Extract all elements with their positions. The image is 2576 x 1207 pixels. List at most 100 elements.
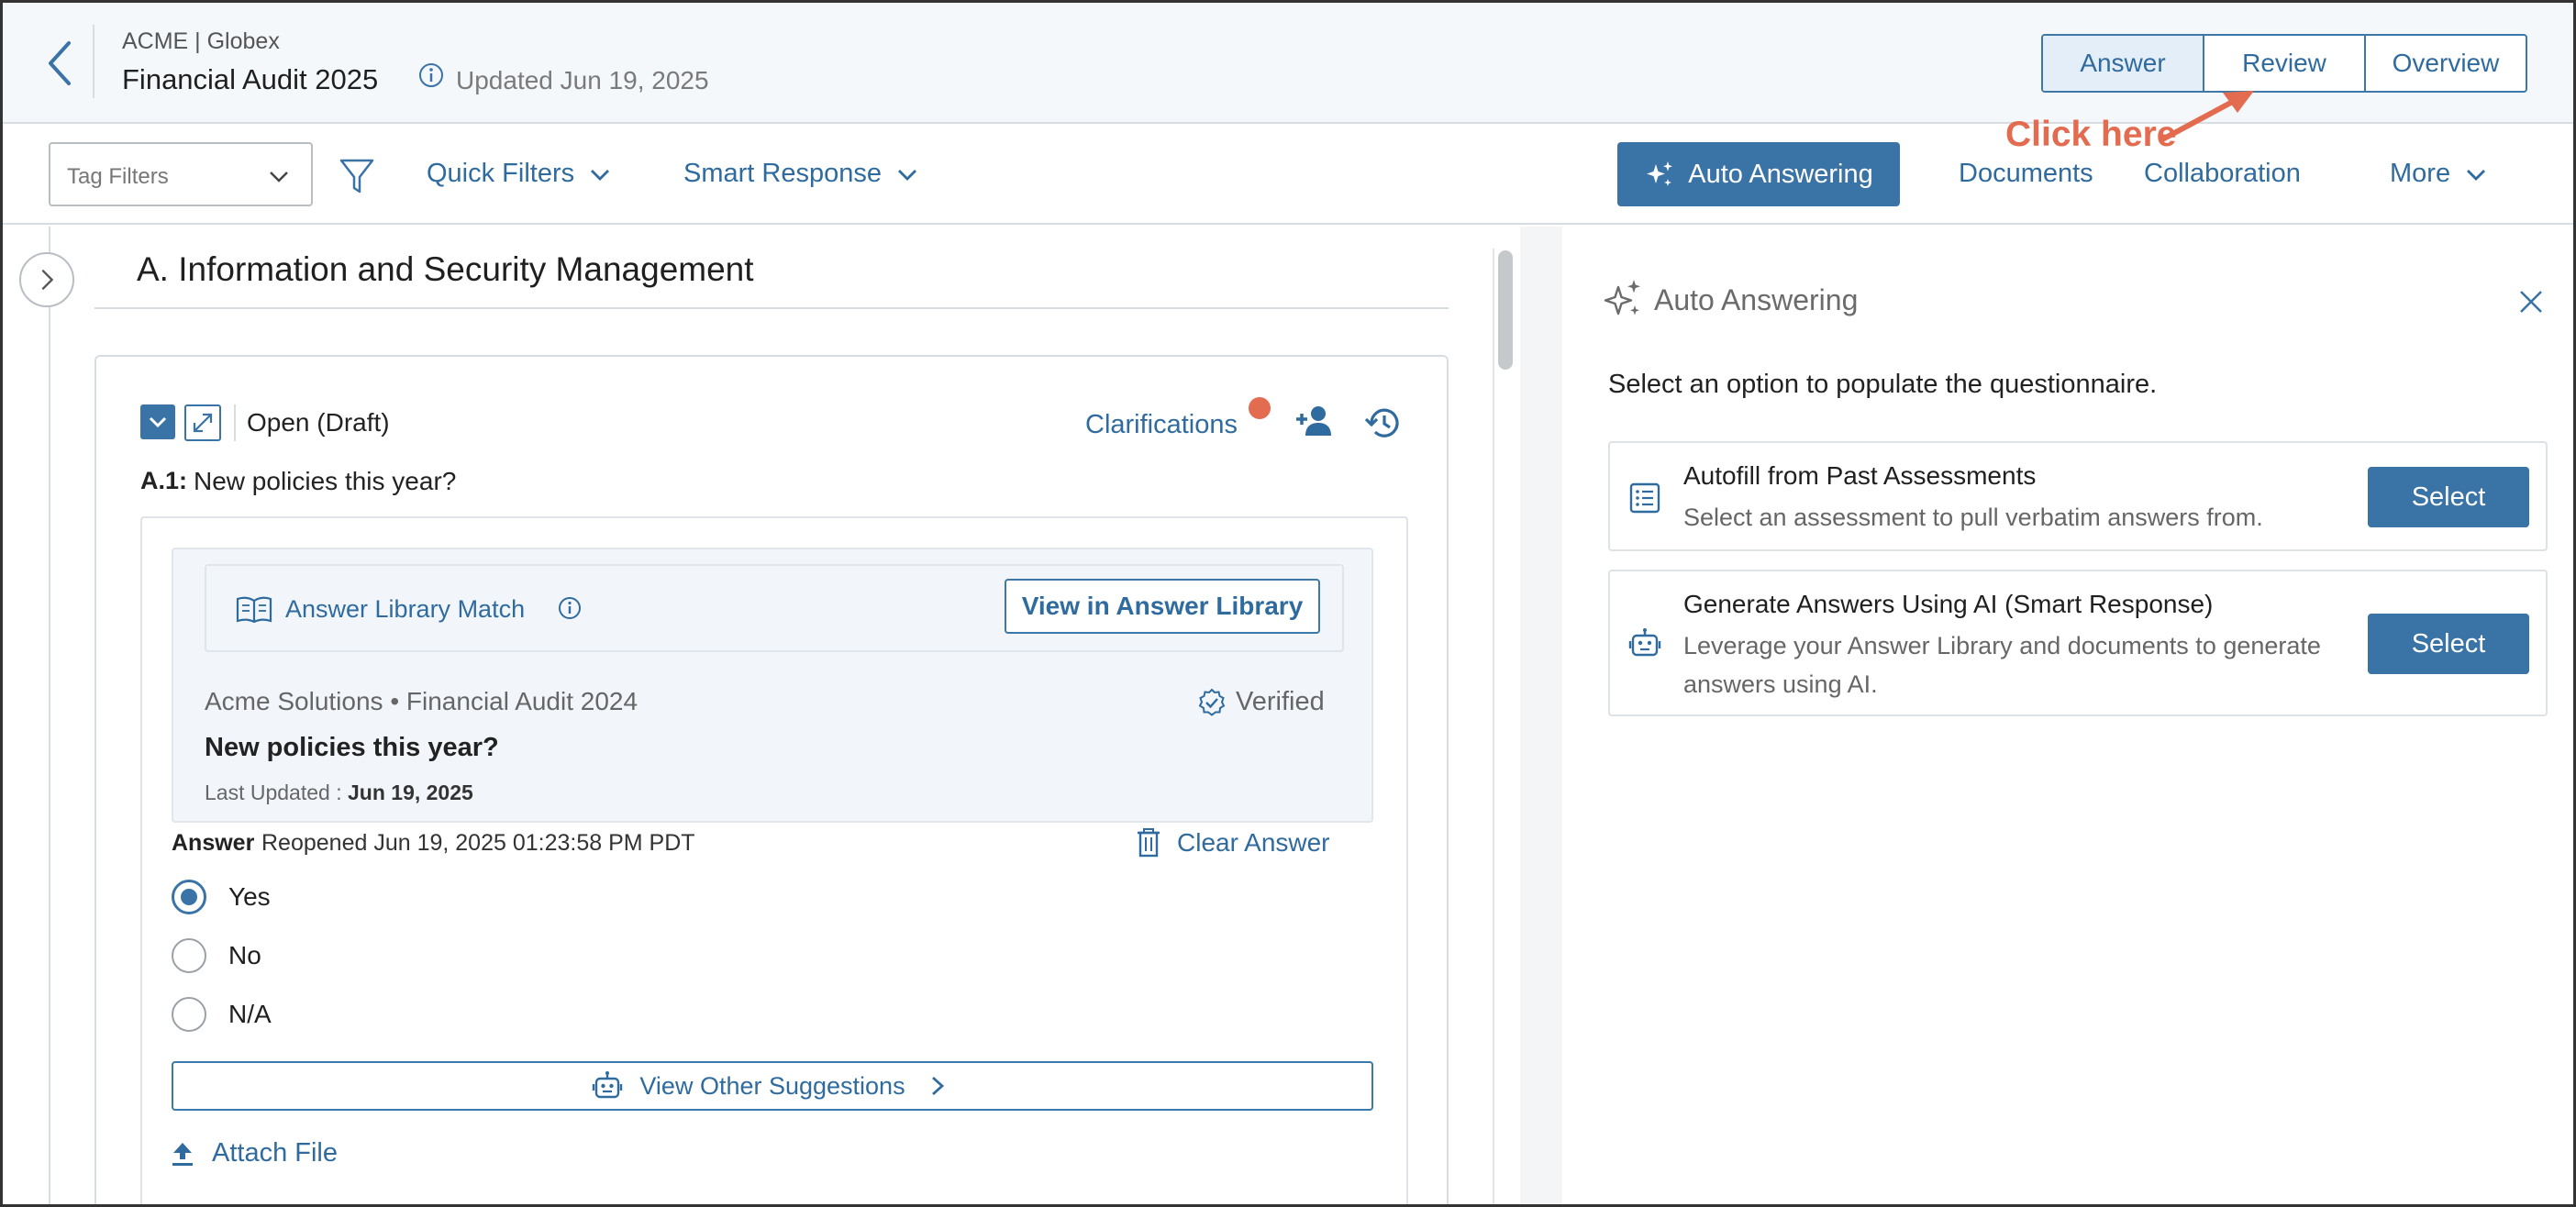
verified-label: Verified <box>1236 687 1325 716</box>
smart-response-menu[interactable]: Smart Response <box>683 159 920 189</box>
answer-option-yes[interactable]: Yes <box>172 880 271 914</box>
answer-option-na[interactable]: N/A <box>172 997 272 1032</box>
answer-option-no[interactable]: No <box>172 938 261 973</box>
tab-review[interactable]: Review <box>2204 36 2366 91</box>
view-other-suggestions-button[interactable]: View Other Suggestions <box>172 1061 1373 1111</box>
last-updated-label: Last Updated : <box>205 781 342 804</box>
verified-icon <box>1198 688 1226 716</box>
tab-overview[interactable]: Overview <box>2366 36 2526 91</box>
panel-subtitle: Select an option to populate the questio… <box>1608 370 2158 399</box>
select-generate-ai-button[interactable]: Select <box>2368 614 2529 674</box>
answer-area: Answer Library Match View in Answer Libr… <box>140 516 1408 1204</box>
book-icon <box>236 596 272 623</box>
smart-response-label: Smart Response <box>683 159 882 188</box>
option-description: Leverage your Answer Library and documen… <box>1683 632 2321 698</box>
tag-filters-select[interactable]: Tag Filters <box>49 142 313 206</box>
updated-date: Updated Jun 19, 2025 <box>456 66 709 94</box>
option-title: Generate Answers Using AI (Smart Respons… <box>1683 590 2214 618</box>
more-menu[interactable]: More <box>2390 159 2489 189</box>
page-title: Financial Audit 2025 <box>122 63 379 95</box>
clarifications-link[interactable]: Clarifications <box>1085 410 1238 440</box>
callout-arrow-icon <box>2161 91 2254 141</box>
option-title: Autofill from Past Assessments <box>1683 461 2037 490</box>
answer-library-match: Answer Library Match View in Answer Libr… <box>172 548 1373 823</box>
option-card-autofill: Autofill from Past Assessments Select an… <box>1608 441 2548 551</box>
chevron-right-icon <box>931 1076 944 1096</box>
questionnaire-pane: A. Information and Security Management O… <box>3 227 1562 1204</box>
scrollbar-track <box>1493 249 1494 1204</box>
radio-no[interactable] <box>172 938 206 973</box>
sparkles-icon <box>1604 280 1640 316</box>
sparkles-icon <box>1647 161 1673 186</box>
quick-filters-label: Quick Filters <box>427 159 575 188</box>
click-here-callout: Click here <box>2005 115 2177 154</box>
info-icon[interactable] <box>417 61 445 89</box>
select-autofill-button[interactable]: Select <box>2368 467 2529 527</box>
scrollbar-thumb[interactable] <box>1498 250 1513 370</box>
more-label: More <box>2390 159 2451 188</box>
verified-badge: Verified <box>1197 687 1325 717</box>
org-name: ACME | Globex <box>122 28 280 54</box>
left-rail <box>49 227 50 1204</box>
robot-icon <box>1628 628 1661 657</box>
question-text: New policies this year? <box>194 467 457 495</box>
match-header: Answer Library Match View in Answer Libr… <box>205 564 1344 652</box>
view-in-answer-library-button[interactable]: View in Answer Library <box>1005 579 1320 634</box>
tag-filters-placeholder: Tag Filters <box>67 164 169 189</box>
last-updated-value: Jun 19, 2025 <box>348 781 473 804</box>
option-label: N/A <box>228 1000 272 1028</box>
robot-icon <box>593 1071 623 1099</box>
trash-icon <box>1138 828 1160 858</box>
close-icon[interactable] <box>2518 289 2544 315</box>
question-status: Open (Draft) <box>247 408 390 437</box>
view-other-suggestions-label: View Other Suggestions <box>639 1071 905 1100</box>
auto-answering-panel: Auto Answering Select an option to popul… <box>1564 227 2573 1204</box>
app-window: ACME | Globex Financial Audit 2025 Updat… <box>0 0 2576 1207</box>
notification-dot <box>1249 397 1271 419</box>
chevron-down-icon <box>591 169 610 181</box>
expand-sidebar-button[interactable] <box>19 252 74 307</box>
status-divider <box>234 404 236 441</box>
answer-meta: Reopened Jun 19, 2025 01:23:58 PM PDT <box>261 830 695 856</box>
match-source: Acme Solutions • Financial Audit 2024 <box>205 687 638 715</box>
select-checkbox[interactable] <box>140 404 175 439</box>
answer-library-match-label: Answer Library Match <box>285 595 526 623</box>
match-question: New policies this year? <box>205 733 499 762</box>
collaboration-link[interactable]: Collaboration <box>2144 159 2301 189</box>
pane-gutter <box>1520 227 1562 1204</box>
radio-na[interactable] <box>172 997 206 1032</box>
clear-answer-label: Clear Answer <box>1177 828 1330 857</box>
chevron-down-icon <box>270 172 288 183</box>
info-icon[interactable] <box>557 595 583 621</box>
auto-answering-label: Auto Answering <box>1688 159 1873 189</box>
chevron-down-icon <box>898 169 916 181</box>
assign-user-icon[interactable] <box>1294 403 1335 439</box>
last-updated: Last Updated : Jun 19, 2025 <box>205 781 473 805</box>
section-divider <box>94 307 1449 309</box>
question-id: A.1: <box>140 467 188 494</box>
expand-icon[interactable] <box>184 404 221 441</box>
radio-yes[interactable] <box>172 880 206 914</box>
option-card-generate-ai: Generate Answers Using AI (Smart Respons… <box>1608 570 2548 716</box>
documents-link[interactable]: Documents <box>1959 159 2093 189</box>
option-label: Yes <box>228 882 271 911</box>
upload-icon <box>172 1142 193 1166</box>
back-arrow-icon[interactable] <box>38 38 83 89</box>
history-icon[interactable] <box>1362 403 1403 443</box>
tab-answer[interactable]: Answer <box>2043 36 2204 91</box>
clear-answer-button[interactable]: Clear Answer <box>1137 828 1330 858</box>
attach-file-button[interactable]: Attach File <box>172 1138 338 1168</box>
question-card: Open (Draft) Clarifications A.1: New pol… <box>94 355 1449 1204</box>
attach-file-label: Attach File <box>212 1138 338 1168</box>
quick-filters-menu[interactable]: Quick Filters <box>427 159 613 189</box>
section-title: A. Information and Security Management <box>137 250 754 288</box>
list-icon <box>1629 482 1660 514</box>
option-label: No <box>228 941 261 969</box>
filter-icon[interactable] <box>339 157 375 197</box>
auto-answering-button[interactable]: Auto Answering <box>1617 142 1900 206</box>
panel-title: Auto Answering <box>1654 283 1859 316</box>
header-divider <box>93 25 94 98</box>
chevron-down-icon <box>2467 169 2486 181</box>
option-description: Select an assessment to pull verbatim an… <box>1683 504 2263 531</box>
view-tabs: Answer Review Overview <box>2041 34 2527 93</box>
